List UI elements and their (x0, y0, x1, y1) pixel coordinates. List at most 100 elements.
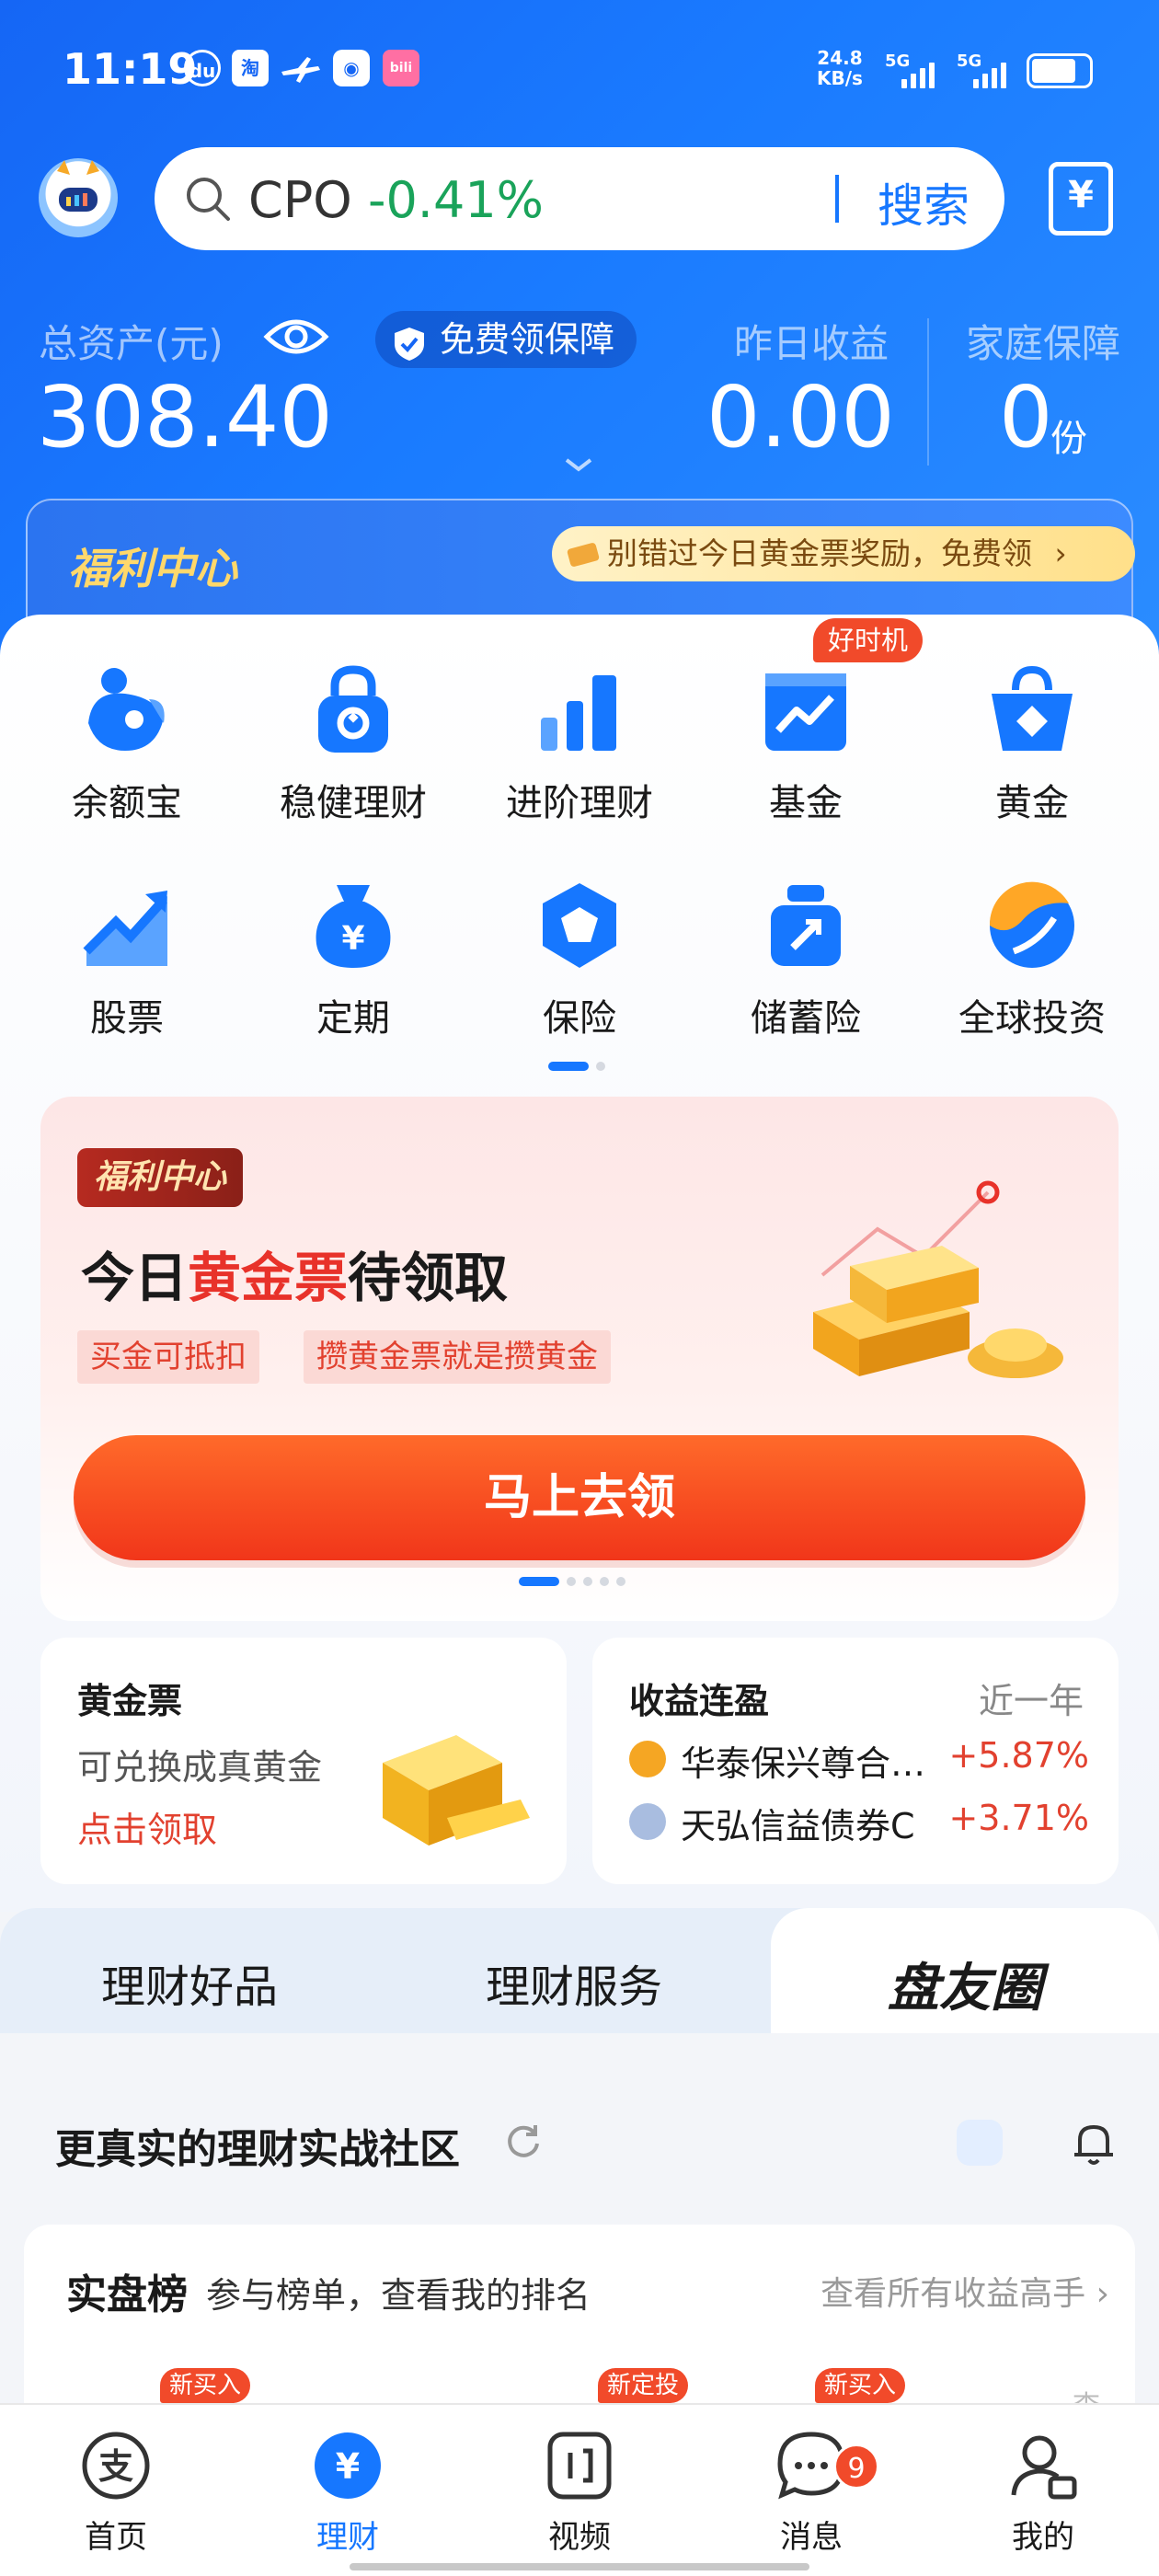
claim-link[interactable]: 点击领取 (77, 1801, 217, 1852)
gold-ticket-icon (567, 535, 600, 572)
grid-label: 稳健理财 (280, 782, 427, 824)
nav-label: 理财 (316, 2519, 379, 2556)
grid-item-fund[interactable]: 基金 (690, 662, 922, 826)
family-protection-unit: 份 (1050, 418, 1087, 460)
camera-app-icon: ◉ (333, 50, 370, 86)
tab-services[interactable]: 理财服务 (486, 1950, 662, 2015)
welfare-title: 福利中心 (68, 544, 237, 593)
claim-now-button[interactable]: 马上去领 (74, 1435, 1085, 1560)
search-button[interactable]: 搜索 (878, 169, 970, 236)
grid-item-gold[interactable]: 黄金 (916, 662, 1148, 826)
search-keyword: CPO (248, 171, 352, 229)
grid-item-savings-insurance[interactable]: 储蓄险 (690, 878, 922, 1041)
grid-label: 储蓄险 (751, 997, 861, 1040)
nav-home[interactable]: 支 首页 (0, 2405, 232, 2557)
robot-icon[interactable] (957, 2120, 1003, 2166)
nav-video[interactable]: 视频 (464, 2405, 695, 2557)
fund-return: +3.71% (948, 1798, 1089, 1838)
gold-bar-image (364, 1726, 539, 1864)
fund-chart-icon (758, 662, 854, 758)
grid-item-stable[interactable]: 稳健理财 (237, 662, 469, 826)
gold-ticket-promo[interactable]: 别错过今日黄金票奖励，免费领 › (552, 526, 1135, 581)
grid-item-insurance[interactable]: 保险 (464, 878, 695, 1041)
insurance-hex-icon (532, 878, 627, 973)
grid-label: 股票 (90, 997, 164, 1040)
tab-products[interactable]: 理财好品 (101, 1950, 278, 2015)
grid-item-fixed[interactable]: ¥ 定期 (237, 878, 469, 1041)
nav-messages[interactable]: 消息 (695, 2405, 927, 2557)
period-label: 近一年 (978, 1681, 1084, 1721)
yesterday-income-value: 0.00 (706, 368, 895, 466)
banner-pager (519, 1577, 625, 1586)
globe-icon (984, 878, 1080, 973)
grid-label: 定期 (316, 997, 390, 1040)
grid-label: 黄金 (995, 782, 1069, 824)
total-assets-label: 总资产(元) (39, 321, 224, 366)
chevron-down-icon[interactable] (563, 454, 594, 475)
chevron-right-icon: › (1054, 535, 1067, 571)
column-divider (927, 318, 929, 466)
wealth-yen-icon: ¥ (311, 2429, 384, 2502)
search-divider (835, 175, 839, 223)
fund-return: +5.87% (948, 1735, 1089, 1776)
grid-item-stock[interactable]: 股票 (11, 878, 243, 1041)
refresh-icon[interactable] (504, 2122, 543, 2160)
yuebao-icon (79, 662, 175, 758)
app-mascot-avatar[interactable] (39, 158, 118, 237)
new-buy-tag: 新买入 (160, 2368, 251, 2403)
search-bar[interactable]: CPO -0.41% 搜索 (155, 147, 1004, 250)
banner-tag: 福利中心 (77, 1148, 244, 1207)
yesterday-income-label: 昨日收益 (734, 321, 889, 366)
card-title: 收益连盈 (629, 1681, 770, 1721)
community-section: 更真实的理财实战社区 实盘榜 参与榜单，查看我的排名 查看所有收益高手 › 查 (0, 2033, 1159, 2464)
view-all-link[interactable]: 查看所有收益高手 › (820, 2267, 1109, 2315)
fund-name: 天弘信益债券C (681, 1806, 915, 1846)
grid-label: 全球投资 (958, 997, 1106, 1040)
free-guard-button[interactable]: 免费领保障 (375, 311, 637, 368)
new-buy-tag: 新买入 (815, 2368, 906, 2403)
bar-growth-icon (532, 662, 627, 758)
nav-label: 消息 (780, 2519, 843, 2556)
stock-trend-icon (79, 878, 175, 973)
net-speed: 24.8 KB/s (817, 47, 863, 89)
grid-item-global[interactable]: 全球投资 (916, 878, 1148, 1041)
plane-icon (280, 53, 322, 85)
svg-text:支: 支 (98, 2446, 133, 2487)
nav-profile[interactable]: 我的 (927, 2405, 1159, 2557)
profile-icon (1006, 2429, 1080, 2502)
eye-icon[interactable] (263, 313, 329, 361)
svg-text:¥: ¥ (341, 920, 364, 958)
chevron-right-icon: › (1096, 2275, 1109, 2313)
money-bag-icon: ¥ (305, 878, 401, 973)
nav-label: 视频 (548, 2519, 611, 2556)
guard-label: 免费领保障 (440, 319, 615, 360)
nav-wealth[interactable]: ¥ 理财 (232, 2405, 464, 2557)
opportunity-tag: 好时机 (813, 618, 924, 662)
home-indicator[interactable] (350, 2563, 809, 2570)
red-packet-icon[interactable]: ¥ (1049, 162, 1113, 236)
tab-label: 盘友圈 (888, 1959, 1042, 2018)
search-change: -0.41% (367, 171, 544, 229)
bilibili-icon: bili (383, 50, 419, 86)
gold-ticket-banner[interactable]: 福利中心 今日黄金票待领取 买金可抵扣 攒黄金票就是攒黄金 马上去领 (40, 1097, 1119, 1621)
search-icon (184, 175, 232, 223)
yield-streak-card[interactable]: 收益连盈 近一年 华泰保兴尊合… +5.87% 天弘信益债券C +3.71% (592, 1638, 1119, 1884)
nav-label: 我的 (1012, 2519, 1074, 2556)
search-suggestion: CPO -0.41% (248, 171, 544, 229)
grid-item-advanced[interactable]: 进阶理财 (464, 662, 695, 826)
family-protection-value: 0 (999, 368, 1053, 466)
banner-title: 今日黄金票待领取 (81, 1247, 509, 1309)
family-protection-label: 家庭保障 (966, 321, 1121, 366)
du-app-icon: du (184, 50, 221, 86)
fund-name: 华泰保兴尊合… (681, 1743, 926, 1784)
grid-item-yuebao[interactable]: 余额宝 (11, 662, 243, 826)
battery-icon (1027, 53, 1093, 88)
total-assets-value: 308.40 (37, 368, 333, 466)
gold-medal-icon (629, 1741, 666, 1777)
silver-medal-icon (629, 1803, 666, 1840)
gold-ticket-card[interactable]: 黄金票 可兑换成真黄金 点击领取 (40, 1638, 567, 1884)
svg-text:¥: ¥ (336, 2446, 360, 2487)
status-time: 11:19 (63, 44, 198, 94)
banner-chip: 买金可抵扣 (77, 1330, 259, 1384)
bell-icon[interactable] (1069, 2118, 1119, 2168)
